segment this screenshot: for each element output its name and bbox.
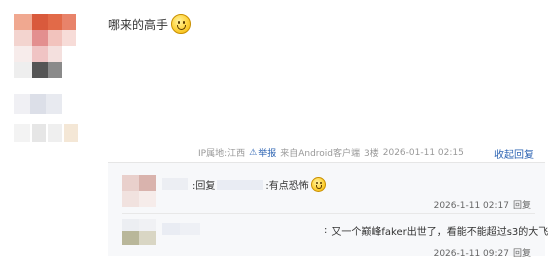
reply-text: 又一个巅峰faker出世了，看能不能超过s3的大飞 xyxy=(331,227,549,238)
client-source: 来自Android客户端 xyxy=(280,149,361,159)
badge-blur xyxy=(14,124,78,144)
reply-content: :回复 :有点恐怖 xyxy=(192,177,326,192)
reply-prefix: : xyxy=(324,225,328,236)
reply-prefix: :回复 xyxy=(192,181,216,192)
report-link[interactable]: 举报 xyxy=(258,146,276,159)
reply-button[interactable]: 回复 xyxy=(513,249,531,259)
reply-meta: 2026-1-11 02:17 回复 xyxy=(434,198,531,211)
avatar[interactable] xyxy=(122,219,156,247)
list-item: : 又一个巅峰faker出世了，看能不能超过s3的大飞 2026-1-11 09… xyxy=(108,215,548,259)
reply-content: : 又一个巅峰faker出世了，看能不能超过s3的大飞 xyxy=(324,223,548,238)
smiley-face-icon xyxy=(171,14,192,34)
list-item: :回复 :有点恐怖 2026-1-11 02:17 回复 xyxy=(108,171,545,211)
post-content: 哪来的高手 xyxy=(108,14,192,34)
author-column xyxy=(0,0,92,255)
reply-target-blur[interactable] xyxy=(217,179,264,190)
post-datetime: 2026-01-11 02:15 xyxy=(382,147,464,158)
report-icon[interactable]: ⚠ xyxy=(249,148,257,158)
avatar[interactable] xyxy=(122,175,156,207)
reply-text: :有点恐怖 xyxy=(265,181,309,192)
post-meta: IP属地:江西 ⚠ 举报 来自Android客户端 3楼 2026-01-11 … xyxy=(198,146,468,160)
floor-number: 3楼 xyxy=(364,149,379,159)
divider xyxy=(122,213,535,214)
username-blur[interactable] xyxy=(14,94,76,114)
avatar[interactable] xyxy=(0,0,80,78)
reply-time: 2026-1-11 09:27 xyxy=(433,249,509,259)
post-text: 哪来的高手 xyxy=(108,17,169,32)
username-blur[interactable] xyxy=(162,223,292,235)
reply-box: :回复 :有点恐怖 2026-1-11 02:17 回复 : 又一个巅峰fake… xyxy=(108,162,548,259)
reply-meta: 2026-1-11 09:27 回复 xyxy=(434,246,531,259)
ip-location: IP属地:江西 xyxy=(198,149,246,159)
reply-time: 2026-1-11 02:17 xyxy=(433,201,509,211)
smiley-face-icon xyxy=(310,177,326,192)
collapse-replies-button[interactable]: 收起回复 xyxy=(494,146,534,161)
reply-button[interactable]: 回复 xyxy=(513,201,531,211)
